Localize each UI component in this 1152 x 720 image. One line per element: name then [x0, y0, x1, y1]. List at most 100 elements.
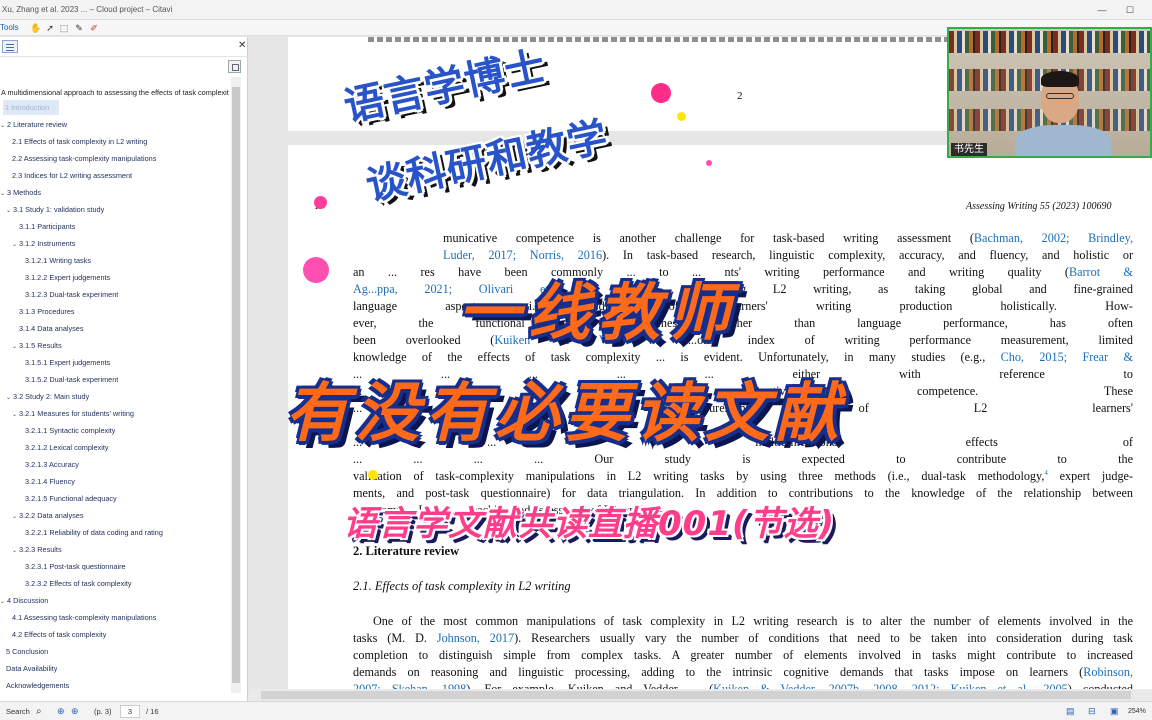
outline-item[interactable]: 4.2 Effects of task complexity — [12, 627, 106, 642]
outline-doc-title[interactable]: A multidimensional approach to assessing… — [1, 85, 229, 100]
page-total: / 16 — [146, 707, 159, 716]
webcam-overlay: 书先生 — [947, 27, 1152, 158]
expand-arrow-icon[interactable]: ⌄ — [0, 119, 7, 132]
outline-item[interactable]: ⌄ 3.2.3 Results — [12, 542, 62, 557]
collapse-all-icon[interactable] — [228, 60, 241, 73]
outline-tree: 1 Introduction ⌄ 2 Literature review 2.1 … — [0, 100, 230, 710]
outline-item[interactable]: 3.1.4 Data analyses — [19, 321, 84, 336]
search-label[interactable]: Search — [6, 702, 30, 720]
hand-tool-icon[interactable]: ✋ — [30, 23, 41, 33]
outline-item[interactable]: 3.2.1.3 Accuracy — [25, 457, 79, 472]
expand-arrow-icon[interactable]: ⌄ — [12, 238, 19, 251]
outline-pane: ✕ A multidimensional approach to assessi… — [0, 37, 248, 701]
body-line: Luder, 2017; Norris, 2016). In task-base… — [443, 248, 1133, 262]
outline-item[interactable]: 3.1.1 Participants — [19, 219, 75, 234]
scrollbar-thumb[interactable] — [261, 691, 1131, 699]
outline-item[interactable]: 3.1.2.2 Expert judgements — [25, 270, 110, 285]
outline-pane-header: ✕ — [0, 37, 248, 57]
outline-item[interactable]: ⌄ 2 Literature review — [0, 117, 67, 132]
close-icon[interactable]: ✕ — [238, 40, 246, 52]
outline-item[interactable]: 2.1 Effects of task complexity in L2 wri… — [12, 134, 147, 149]
overlay-title-line4: 有没有必要读文献 — [285, 377, 845, 451]
outline-item[interactable]: Data Availability — [6, 661, 57, 676]
presenter-body — [1015, 125, 1111, 156]
outline-item[interactable]: ⌄ 3.2.1 Measures for students' writing — [12, 406, 134, 421]
outline-item[interactable]: ⌄ 3.1.5 Results — [12, 338, 62, 353]
citation-link[interactable]: Johnson, 2017 — [437, 631, 514, 645]
fit-width-icon[interactable]: ⊟ — [1088, 702, 1096, 720]
outline-item[interactable]: 1 Introduction — [3, 100, 59, 115]
decor-dot — [368, 470, 378, 480]
outline-item[interactable]: 3.1.5.2 Dual-task experiment — [25, 372, 118, 387]
citation-link[interactable]: Bachman, 2002; Brindley, — [974, 231, 1133, 245]
citation-link[interactable]: Barrot & — [1069, 265, 1133, 279]
expand-arrow-icon[interactable]: ⌄ — [6, 391, 13, 404]
scrollbar-thumb[interactable] — [232, 87, 240, 683]
outline-item[interactable]: 4.1 Assessing task-complexity manipulati… — [12, 610, 156, 625]
outline-item[interactable]: 3.2.1.1 Syntactic complexity — [25, 423, 115, 438]
presenter-name: 书先生 — [951, 143, 987, 156]
citation-link[interactable]: Robinson, — [1083, 665, 1133, 679]
outline-item[interactable]: ⌄ 3.1.2 Instruments — [12, 236, 75, 251]
outline-item[interactable]: ⌄ 3.1 Study 1: validation study — [6, 202, 104, 217]
body-line: demands on reasoning and linguistic proc… — [353, 665, 1133, 679]
minimize-icon[interactable]: — — [1088, 0, 1116, 20]
page-number-input[interactable]: 3 — [120, 705, 140, 718]
expand-arrow-icon[interactable]: ⌄ — [0, 595, 7, 608]
presenter-glasses — [1046, 93, 1074, 99]
horizontal-scrollbar[interactable] — [249, 689, 1152, 701]
maximize-icon[interactable]: ☐ — [1116, 0, 1144, 20]
outline-item[interactable]: 3.2.1.2 Lexical complexity — [25, 440, 109, 455]
eraser-icon[interactable]: ✐ — [89, 23, 99, 33]
expand-arrow-icon[interactable]: ⌄ — [12, 408, 19, 421]
outline-item[interactable]: 3.2.1.5 Functional adequacy — [25, 491, 117, 506]
outline-item[interactable]: 3.2.3.1 Post-task questionnaire — [25, 559, 126, 574]
outline-item[interactable]: 3.2.1.4 Fluency — [25, 474, 75, 489]
decor-dot — [651, 83, 671, 103]
outline-item[interactable]: 3.2.2.1 Reliability of data coding and r… — [25, 525, 163, 540]
outline-item[interactable]: ⌄ 3.2 Study 2: Main study — [6, 389, 89, 404]
outline-item[interactable]: 2.2 Assessing task-complexity manipulati… — [12, 151, 156, 166]
region-select-icon[interactable]: ⬚ — [59, 23, 69, 33]
outline-item[interactable]: 3.1.2.1 Writing tasks — [25, 253, 91, 268]
expand-arrow-icon[interactable]: ⌄ — [12, 510, 19, 523]
body-line: municative competence is another challen… — [443, 231, 1133, 245]
highlighter-icon[interactable]: ✎ — [74, 23, 84, 33]
outline-item[interactable]: 5 Conclusion — [6, 644, 48, 659]
subsection-heading: 2.1. Effects of task complexity in L2 wr… — [353, 579, 571, 593]
expand-arrow-icon[interactable]: ⌄ — [12, 544, 19, 557]
presenter-hair — [1041, 71, 1079, 87]
select-cursor-icon[interactable]: ➚ — [45, 23, 55, 33]
overlay-title-line3: 一线教师 — [458, 276, 739, 349]
prev-page-icon[interactable]: ⊕ — [57, 702, 65, 720]
next-page-icon[interactable]: ⊕ — [71, 702, 79, 720]
fit-page-icon[interactable]: ▣ — [1110, 702, 1119, 720]
expand-arrow-icon[interactable]: ⌄ — [6, 204, 13, 217]
citavi-app: Xu, Zhang et al. 2023 ... – Cloud projec… — [0, 0, 1152, 720]
body-line: tasks (M. D. Johnson, 2017). Researchers… — [353, 631, 1133, 645]
citation-link[interactable]: Luder, 2017; Norris, 2016 — [443, 248, 602, 262]
outline-icon[interactable] — [2, 40, 18, 53]
outline-item[interactable]: 3.2.3.2 Effects of task complexity — [25, 576, 132, 591]
outline-item[interactable]: 2.3 Indices for L2 writing assessment — [12, 168, 132, 183]
outline-item[interactable]: ⌄ 3 Methods — [0, 185, 41, 200]
outline-item[interactable]: 3.1.5.1 Expert judgements — [25, 355, 110, 370]
outline-item[interactable]: 3.1.2.3 Dual-task experiment — [25, 287, 118, 302]
outline-item[interactable]: 3.1.3 Procedures — [19, 304, 75, 319]
clipped-text-line — [368, 37, 968, 42]
outline-item[interactable]: ⌄ 4 Discussion — [0, 593, 48, 608]
running-head-journal: Assessing Writing 55 (2023) 100690 — [966, 201, 1112, 212]
outline-item[interactable]: Acknowledgements — [6, 678, 69, 693]
citation-link[interactable]: Cho, 2015; Frear & — [1001, 350, 1133, 364]
single-page-icon[interactable]: ▤ — [1066, 702, 1075, 720]
zoom-level[interactable]: 254% — [1128, 702, 1146, 720]
outline-scrollbar[interactable] — [231, 77, 241, 693]
expand-arrow-icon[interactable]: ⌄ — [0, 187, 7, 200]
body-line: ... ... ... ... Our study is expected to… — [353, 452, 1133, 466]
search-icon[interactable]: ⌕ — [36, 702, 42, 720]
outline-item[interactable]: ⌄ 3.2.2 Data analyses — [12, 508, 84, 523]
tools-menu[interactable]: Tools — [0, 20, 19, 36]
expand-arrow-icon[interactable]: ⌄ — [12, 340, 19, 353]
decor-dot — [314, 196, 327, 209]
decor-dot — [706, 160, 712, 166]
